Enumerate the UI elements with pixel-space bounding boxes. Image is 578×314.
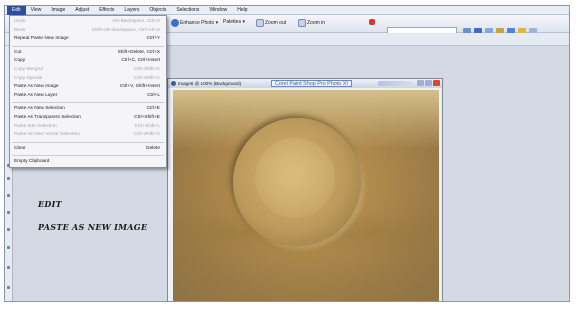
menu-item-label: Undo — [14, 19, 26, 24]
menu-separator — [12, 45, 164, 47]
menu-item-paste-as-new-layer[interactable]: Paste As New Layer Ctrl+L — [10, 92, 166, 101]
menu-item-shortcut: Ctrl+Shift+G — [133, 132, 160, 138]
menu-item-label: Cut — [14, 49, 22, 55]
menu-item-label: Paste As New Vector Selection — [14, 132, 80, 138]
menu-selections[interactable]: Selections — [171, 6, 204, 15]
tool-handle-icon[interactable] — [7, 266, 10, 269]
menu-item-paste-as-new-selection[interactable]: Paste As New Selection Ctrl+E — [10, 105, 166, 114]
paint-shop-pro-window: Edit View Image Adjust Effects Layers Ob… — [4, 5, 570, 302]
tool-handle-icon[interactable] — [7, 211, 10, 214]
annotation-paste-as-new-image: PASTE AS NEW IMAGE — [38, 222, 148, 232]
menu-item-paste-into-selection: Paste Into Selection Ctrl+Shift+L — [10, 123, 166, 132]
menu-separator — [12, 102, 164, 104]
menu-item-repeat-paste-new-image[interactable]: Repeat Paste New Image Ctrl+Y — [10, 35, 166, 44]
window-controls — [417, 80, 440, 86]
menu-separator — [12, 141, 164, 143]
menu-item-shortcut: Ctrl+C, Ctrl+Insert — [121, 58, 160, 64]
menu-item-paste-as-transparent-selection[interactable]: Paste As Transparent Selection Ctrl+Shift… — [10, 114, 166, 123]
menu-item-label: Copy — [14, 58, 26, 64]
menu-item-shortcut: Ctrl+E — [146, 106, 160, 112]
enhance-photo-label: Enhance Photo ▾ — [180, 20, 219, 26]
menu-adjust[interactable]: Adjust — [70, 6, 94, 15]
menu-item-cut[interactable]: Cut Shift+Delete, Ctrl+X — [10, 49, 166, 58]
menu-item-copy[interactable]: Copy Ctrl+C, Ctrl+Insert — [10, 57, 166, 66]
menu-image[interactable]: Image — [46, 6, 70, 15]
image-window-icon — [171, 81, 176, 86]
menu-item-shortcut: Alt+Backspace, Ctrl+Z — [112, 19, 160, 24]
zoom-out-label: Zoom out — [265, 20, 287, 26]
menu-objects[interactable]: Objects — [144, 6, 171, 15]
menu-item-shortcut: Delete — [146, 145, 160, 151]
menu-item-empty-clipboard[interactable]: Empty Clipboard — [10, 158, 166, 167]
menu-item-label: Clear — [14, 145, 26, 151]
menu-item-shortcut: Ctrl+Shift+L — [134, 123, 160, 129]
annotation-edit: EDIT — [38, 199, 62, 209]
menu-edit[interactable]: Edit — [7, 6, 26, 15]
edit-menu-dropdown: Undo Alt+Backspace, Ctrl+Z Redo Shift+Alt+B… — [9, 15, 167, 168]
menu-item-undo: Undo Alt+Backspace, Ctrl+Z — [10, 18, 166, 27]
menu-item-label: Copy Special — [14, 75, 43, 81]
menu-layers[interactable]: Layers — [119, 6, 144, 15]
menu-item-label: Empty Clipboard — [14, 159, 50, 165]
menu-item-shortcut: Ctrl+L — [147, 92, 160, 98]
menu-item-label: Paste As New Layer — [14, 92, 58, 98]
menu-item-copy-merged: Copy Merged Ctrl+Shift+C — [10, 66, 166, 75]
image-canvas[interactable] — [173, 90, 439, 301]
menu-item-paste-as-new-image[interactable]: Paste As New Image Ctrl+V, Shift+Insert — [10, 83, 166, 92]
zoom-out-button[interactable]: Zoom out — [256, 19, 286, 27]
menu-item-clear[interactable]: Clear Delete — [10, 145, 166, 154]
tool-handle-icon[interactable] — [7, 194, 10, 197]
menu-item-label: Paste As New Image — [14, 84, 59, 90]
palettes-button[interactable]: Palettes ▾ — [223, 19, 245, 25]
enhance-photo-button[interactable]: Enhance Photo ▾ — [171, 19, 218, 27]
red-tool-icon — [369, 19, 375, 25]
enhance-photo-icon — [171, 19, 179, 27]
tool-handle-icon[interactable] — [7, 228, 10, 231]
menu-item-label: Paste Into Selection — [14, 123, 57, 129]
menu-item-shortcut: Shift+Delete, Ctrl+X — [117, 49, 160, 55]
app-watermark: Corel Paint Shop Pro Photo XI — [271, 80, 352, 87]
menu-item-redo: Redo Shift+Alt+Backspace, Ctrl+Alt+Z — [10, 27, 166, 36]
pasted-circle-image — [233, 118, 361, 246]
menu-item-shortcut: Ctrl+V, Shift+Insert — [119, 84, 160, 90]
menu-item-shortcut: Shift+Alt+Backspace, Ctrl+Alt+Z — [91, 27, 160, 33]
maximize-icon[interactable] — [425, 80, 432, 86]
zoom-in-label: Zoom in — [307, 20, 326, 26]
palettes-label: Palettes ▾ — [223, 19, 245, 25]
menu-separator — [12, 155, 164, 157]
zoom-in-button[interactable]: Zoom in — [298, 19, 325, 27]
image-window[interactable]: Image8 @ 100% (Background) Corel Paint S… — [167, 78, 443, 301]
menu-item-label: Paste As New Selection — [14, 106, 65, 112]
menu-item-paste-as-new-vector-selection: Paste As New Vector Selection Ctrl+Shift+… — [10, 131, 166, 140]
menu-item-label: Redo — [14, 27, 26, 33]
menu-view[interactable]: View — [26, 6, 47, 15]
close-icon[interactable] — [433, 80, 440, 86]
watermark-band — [378, 81, 412, 86]
circle-highlight — [255, 138, 335, 218]
menu-item-shortcut: Ctrl+Y — [146, 36, 160, 42]
menu-window[interactable]: Window — [204, 6, 232, 15]
menu-help[interactable]: Help — [232, 6, 252, 15]
red-tool-button[interactable] — [369, 19, 375, 25]
menu-effects[interactable]: Effects — [94, 6, 119, 15]
tool-handle-icon[interactable] — [7, 177, 10, 180]
menu-item-label: Repeat Paste New Image — [14, 36, 69, 42]
menu-bar: Edit View Image Adjust Effects Layers Ob… — [5, 6, 569, 15]
menu-item-label: Copy Merged — [14, 66, 43, 72]
image-window-titlebar[interactable]: Image8 @ 100% (Background) Corel Paint S… — [168, 79, 442, 88]
menu-item-shortcut: Ctrl+Shift+E — [134, 114, 160, 120]
menu-item-label: Paste As Transparent Selection — [14, 114, 81, 120]
image-window-title: Image8 @ 100% (Background) — [178, 81, 242, 86]
tool-handle-icon[interactable] — [7, 286, 10, 289]
menu-item-shortcut: Ctrl+Shift+C — [133, 75, 160, 81]
menu-item-copy-special: Copy Special Ctrl+Shift+C — [10, 75, 166, 84]
zoom-in-icon — [298, 19, 306, 27]
menu-item-shortcut: Ctrl+Shift+C — [133, 66, 160, 72]
tool-handle-icon[interactable] — [7, 246, 10, 249]
minimize-icon[interactable] — [417, 80, 424, 86]
zoom-out-icon — [256, 19, 264, 27]
